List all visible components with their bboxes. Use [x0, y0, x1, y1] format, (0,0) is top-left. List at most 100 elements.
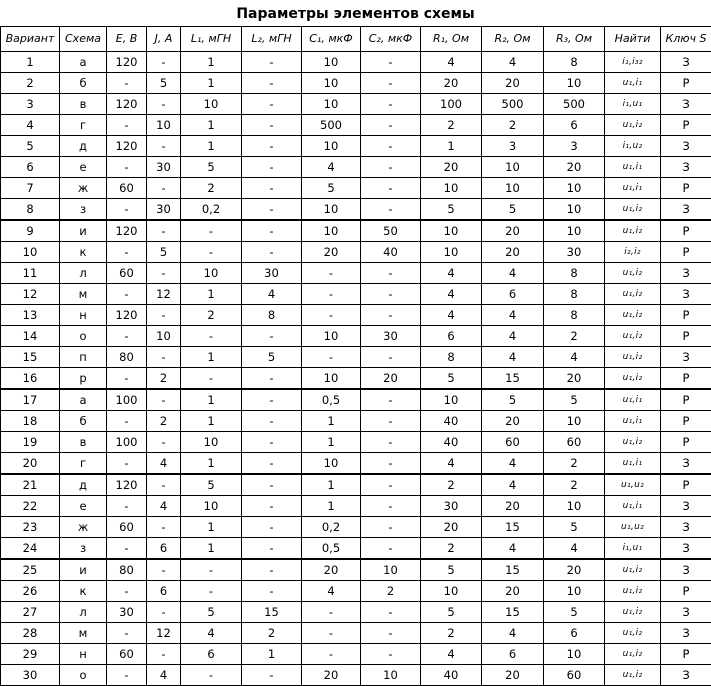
- find-cell: u₁,i₂: [604, 622, 661, 644]
- table-row: 20 г -4 1-10-4 4 2 u₁,i₁ З: [0, 452, 711, 475]
- table-cell: -: [360, 410, 421, 432]
- find-cell: i₁,u₂: [604, 135, 661, 157]
- find-cell: u₁,i₁: [604, 388, 661, 411]
- table-row: 16 р -2- -10 20 5 15 20 u₁,i₂ Р: [0, 367, 711, 390]
- table-cell: 24: [0, 537, 60, 560]
- table-cell: -: [146, 93, 181, 115]
- column-header: C₂, мкФ: [360, 26, 421, 52]
- table-cell: 10: [180, 262, 242, 284]
- table-cell: 20: [481, 219, 544, 242]
- table-cell: 120: [106, 51, 147, 73]
- table-cell: 1: [301, 410, 361, 432]
- table-cell: 10: [360, 558, 421, 581]
- table-cell: 4: [481, 262, 544, 284]
- table-cell: 30: [0, 664, 60, 686]
- table-cell: З: [660, 346, 711, 368]
- table-cell: 20: [420, 156, 482, 178]
- table-cell: -: [106, 537, 147, 560]
- table-cell: -: [360, 283, 421, 305]
- table-cell: -: [241, 495, 302, 517]
- table-cell: е: [59, 156, 107, 178]
- table-cell: -: [241, 410, 302, 432]
- table-cell: 100: [106, 431, 147, 453]
- table-cell: 3: [481, 135, 544, 157]
- find-cell: u₁,i₂: [604, 219, 661, 242]
- table-cell: а: [59, 388, 107, 411]
- table-cell: -: [360, 177, 421, 199]
- table-cell: 2: [543, 325, 605, 347]
- table-cell: 22: [0, 495, 60, 517]
- table-row: 22 е -4 10-1-30 20 10 u₁,i₁ З: [0, 495, 711, 517]
- table-cell: 20: [481, 664, 544, 686]
- find-cell: u₁,i₁: [604, 156, 661, 178]
- table-cell: 2: [0, 72, 60, 94]
- table-cell: -: [106, 495, 147, 517]
- table-cell: 5: [180, 601, 242, 623]
- table-cell: 30: [146, 156, 181, 178]
- table-cell: 21: [0, 473, 60, 496]
- table-cell: 1: [180, 410, 242, 432]
- table-cell: 6: [180, 643, 242, 665]
- table-cell: 2: [360, 580, 421, 602]
- find-cell: i₁,u₁: [604, 93, 661, 115]
- table-cell: 10: [543, 643, 605, 665]
- table-cell: -: [180, 664, 242, 686]
- table-cell: З: [660, 601, 711, 623]
- table-cell: 8: [420, 346, 482, 368]
- table-cell: -: [360, 135, 421, 157]
- table-cell: -: [241, 114, 302, 136]
- table-cell: 27: [0, 601, 60, 623]
- table-cell: 10: [180, 93, 242, 115]
- table-cell: З: [660, 537, 711, 560]
- table-cell: 20: [420, 72, 482, 94]
- table-cell: 20: [543, 156, 605, 178]
- table-cell: 6: [543, 622, 605, 644]
- find-cell: u₁,i₂: [604, 664, 661, 686]
- find-cell: u₁,i₁: [604, 410, 661, 432]
- table-cell: -: [106, 580, 147, 602]
- table-cell: 20: [0, 452, 60, 475]
- table-cell: 12: [146, 622, 181, 644]
- column-header: Найти: [604, 26, 661, 52]
- table-cell: -: [360, 51, 421, 73]
- table-row: 25 и 80- - -20 10 5 15 20 u₁,i₂ З: [0, 558, 711, 581]
- table-cell: 6: [543, 114, 605, 136]
- table-cell: 10: [481, 156, 544, 178]
- table-cell: 20: [543, 367, 605, 390]
- table-cell: 5: [420, 601, 482, 623]
- table-cell: 10: [180, 495, 242, 517]
- table-cell: 10: [146, 114, 181, 136]
- table-cell: 30: [241, 262, 302, 284]
- table-cell: -: [360, 537, 421, 560]
- table-row: 21 д 120-5-1-2 4 2 u₁,u₂ Р: [0, 473, 711, 496]
- table-cell: 4: [420, 262, 482, 284]
- table-cell: 15: [481, 558, 544, 581]
- table-cell: 6: [481, 643, 544, 665]
- table-cell: 23: [0, 516, 60, 538]
- table-cell: -: [301, 601, 361, 623]
- table-cell: -: [146, 388, 181, 411]
- find-cell: u₁,i₂: [604, 643, 661, 665]
- table-cell: 20: [481, 241, 544, 263]
- table-cell: 5: [146, 72, 181, 94]
- table-cell: 4: [180, 622, 242, 644]
- table-cell: 30: [543, 241, 605, 263]
- table-cell: 0,2: [180, 198, 242, 221]
- column-header: Вариант: [0, 26, 60, 52]
- table-cell: 4: [420, 283, 482, 305]
- table-cell: -: [360, 643, 421, 665]
- table-cell: -: [241, 135, 302, 157]
- table-cell: 4: [420, 643, 482, 665]
- table-cell: в: [59, 431, 107, 453]
- table-cell: 17: [0, 388, 60, 411]
- table-cell: 0,5: [301, 537, 361, 560]
- column-header: R₂, Ом: [481, 26, 544, 52]
- table-cell: 18: [0, 410, 60, 432]
- table-row: 7 ж 60-2-5-10 10 10 u₁,i₁ Р: [0, 177, 711, 199]
- table-cell: 5: [420, 558, 482, 581]
- table-cell: 20: [543, 558, 605, 581]
- table-cell: г: [59, 114, 107, 136]
- table-cell: 5: [180, 473, 242, 496]
- table-cell: 20: [301, 664, 361, 686]
- find-cell: u₁,i₁: [604, 452, 661, 475]
